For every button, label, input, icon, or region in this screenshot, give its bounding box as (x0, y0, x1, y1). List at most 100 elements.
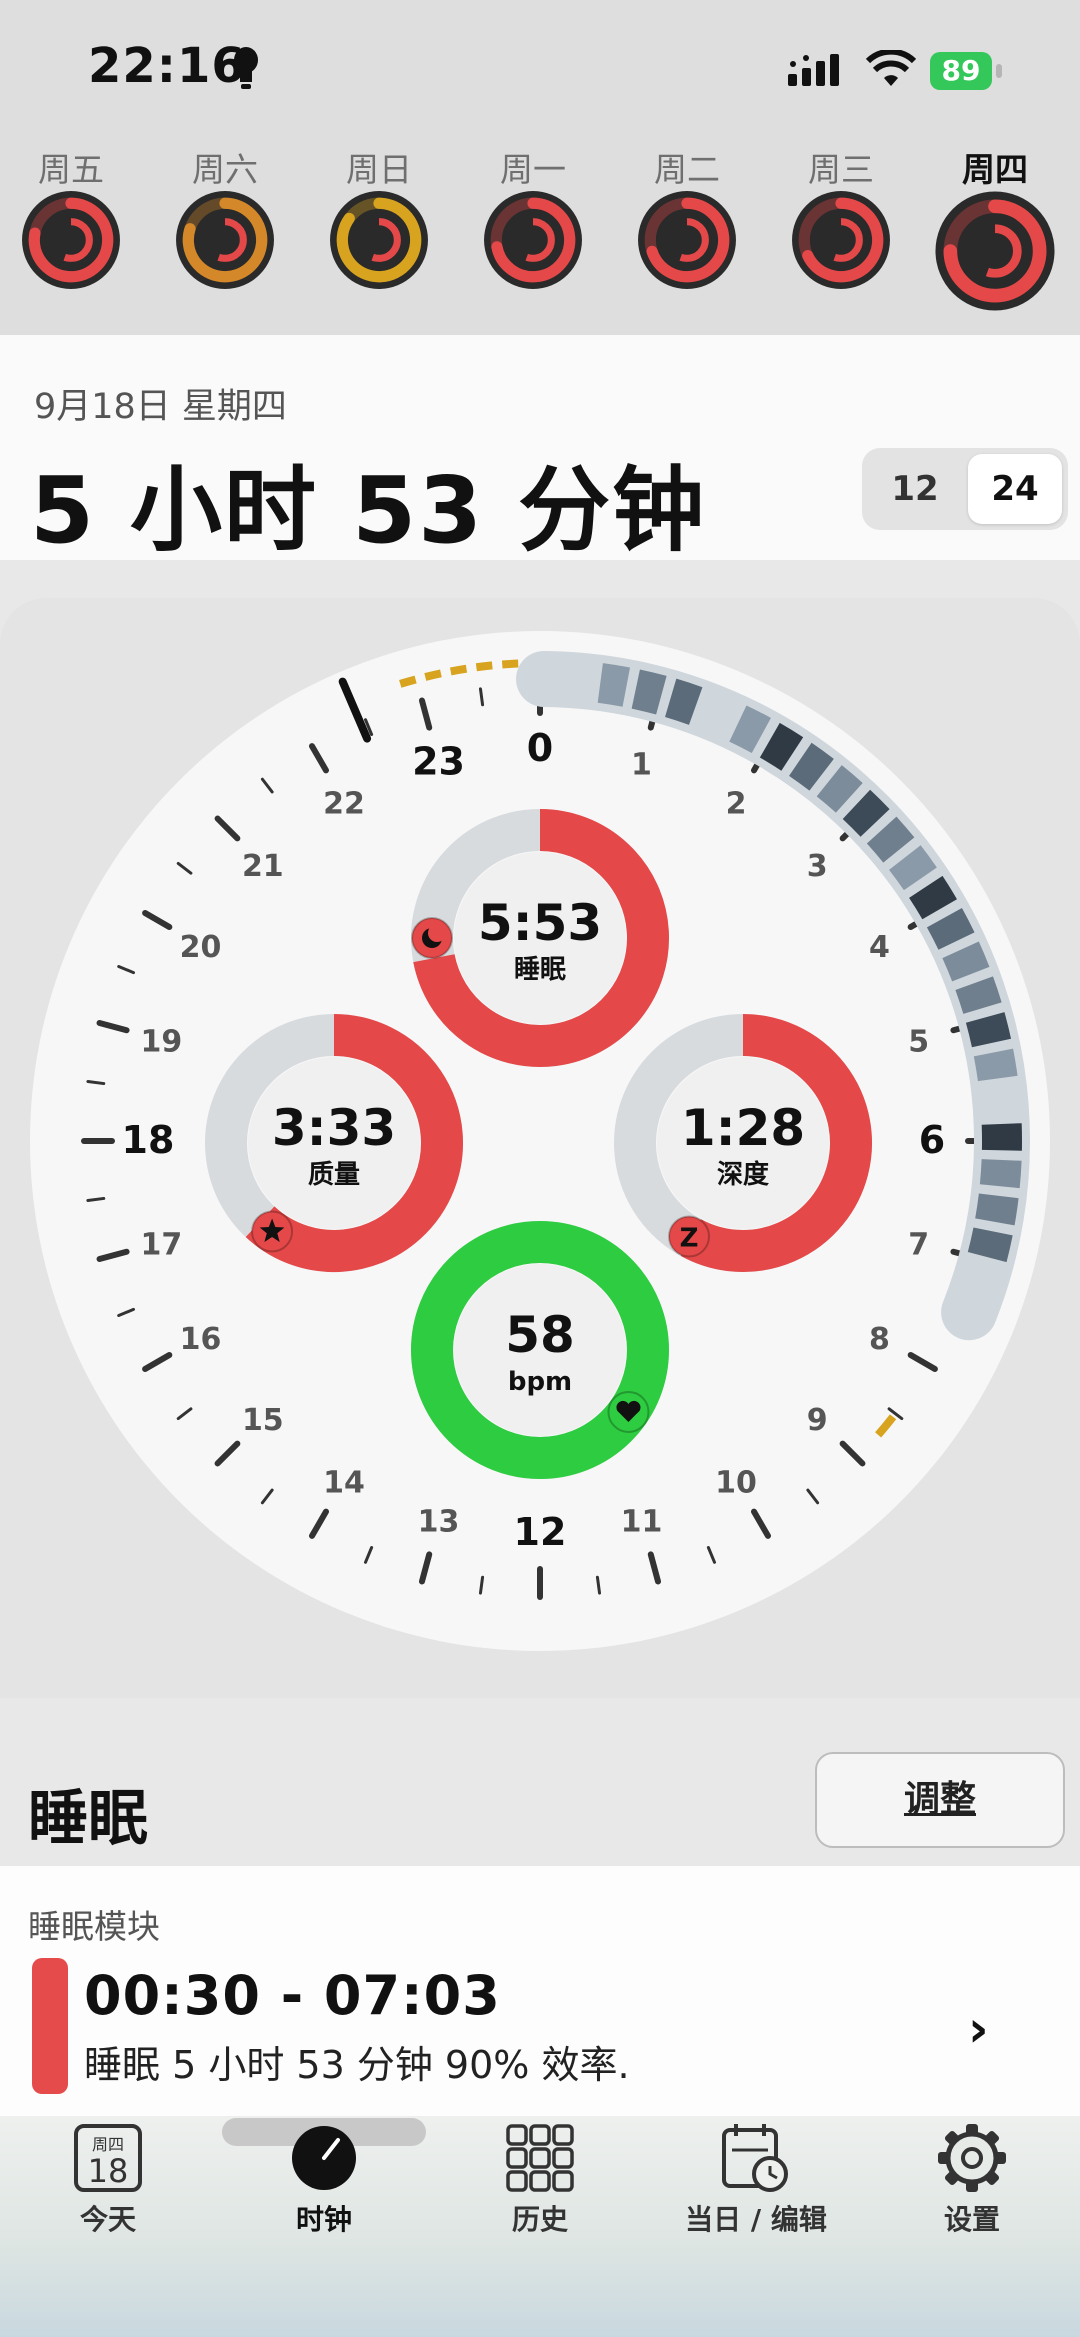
sleep-stage-segment (816, 765, 863, 813)
hour-label: 18 (122, 1118, 175, 1162)
module-description: 睡眠 5 小时 53 分钟 90% 效率. (84, 2043, 630, 2087)
module-time-range: 00:30 - 07:03 (84, 1964, 501, 2027)
hour-label: 0 (527, 726, 553, 770)
tab-day-edit[interactable]: 当日 / 编辑 (666, 2122, 846, 2238)
battery-indicator: 89 (930, 52, 992, 90)
tab-today[interactable]: 周四 18 今天 (18, 2122, 198, 2238)
toggle-24h[interactable]: 24 (968, 454, 1062, 524)
sleep-stage-segment (973, 1048, 1018, 1082)
day-3[interactable]: 周一 (458, 143, 608, 291)
heart-icon (607, 1390, 650, 1433)
battery-cap (996, 64, 1002, 78)
hour-label: 11 (621, 1505, 663, 1540)
sleep-stage-segment (926, 907, 975, 950)
day-5[interactable]: 周三 (766, 143, 916, 291)
day-1[interactable]: 周六 (150, 143, 300, 291)
heart-label: bpm (508, 1367, 572, 1397)
day-ring-icon (792, 191, 890, 289)
day-label: 周日 (346, 150, 412, 189)
sleep-stage-segment (955, 976, 1002, 1015)
sleep-stage-segment (842, 789, 890, 837)
tab-settings[interactable]: 设置 (882, 2122, 1062, 2238)
hour-label: 23 (412, 739, 465, 783)
tab-label: 时钟 (295, 2203, 352, 2236)
hour-label: 1 (631, 747, 652, 782)
wifi-icon (866, 50, 916, 86)
adjust-button[interactable]: 调整 (815, 1752, 1065, 1848)
sleep-stage-segment (965, 1012, 1012, 1048)
sleep-stage-segment (631, 669, 667, 715)
clock-face (30, 631, 1050, 1651)
hour-label: 13 (418, 1505, 460, 1540)
sleep-stage-segment (942, 941, 990, 982)
tab-history[interactable]: 历史 (450, 2122, 630, 2238)
hour-label: 12 (514, 1510, 567, 1554)
hour-label: 5 (908, 1025, 929, 1060)
day-label: 周五 (38, 150, 104, 189)
grid-icon (506, 2124, 574, 2192)
hour-label: 19 (140, 1025, 182, 1060)
hour-label: 9 (807, 1403, 828, 1438)
deep-value: 1:28 (681, 1099, 805, 1157)
day-ring-icon (935, 191, 1055, 311)
tab-label: 历史 (511, 2203, 568, 2236)
calendar-clock-icon (722, 2124, 788, 2192)
clock-tick (86, 1079, 106, 1086)
clock-tick (478, 687, 485, 707)
hour-label: 10 (715, 1465, 757, 1500)
toggle-12h[interactable]: 12 (868, 454, 962, 524)
day-0[interactable]: 周五 (0, 143, 146, 291)
sleep-stage-segment (664, 678, 703, 725)
svg-text:Z: Z (680, 1224, 699, 1254)
day-label: 周一 (500, 150, 566, 189)
hour-label: 3 (807, 849, 828, 884)
hour-format-toggle: 12 24 (862, 448, 1068, 530)
hour-label: 21 (242, 849, 284, 884)
clock-tick (478, 1575, 485, 1595)
sleep-stage-segment (888, 845, 937, 891)
deep-label: 深度 (717, 1159, 769, 1190)
hour-label: 6 (919, 1118, 945, 1162)
moon-icon (411, 917, 453, 959)
sleep-duration: 5 小时 53 分钟 (30, 457, 707, 564)
tab-label: 设置 (943, 2203, 1000, 2236)
day-4[interactable]: 周二 (612, 143, 762, 291)
clock-tick (595, 1575, 602, 1595)
svg-text:18: 18 (88, 2152, 129, 2190)
ring-sleep[interactable]: 5:53睡眠 (411, 809, 669, 1067)
heart-value: 58 (505, 1306, 575, 1364)
hour-label: 16 (180, 1322, 222, 1357)
ring-deep[interactable]: 1:28深度 Z (614, 1014, 872, 1272)
day-2[interactable]: 周日 (304, 143, 454, 291)
tab-clock[interactable]: 时钟 (234, 2122, 414, 2238)
tab-label: 当日 / 编辑 (685, 2203, 827, 2236)
hour-label: 7 (908, 1227, 929, 1262)
tab-label: 今天 (79, 2203, 136, 2236)
ring-quality[interactable]: 3:33质量 (205, 1014, 463, 1272)
hour-label: 2 (726, 787, 747, 822)
section-title: 睡眠 (28, 1784, 148, 1854)
hour-label: 15 (242, 1403, 284, 1438)
star-icon (251, 1210, 294, 1253)
module-color-bar (32, 1958, 68, 2094)
sleep-stage-segment (909, 875, 957, 920)
chevron-right-icon[interactable]: › (968, 2000, 989, 2058)
module-label: 睡眠模块 (28, 1907, 160, 1946)
hour-label: 20 (180, 930, 222, 965)
sleep-clock[interactable]: 0 1234567891011121314151617181920212223 5… (0, 598, 1080, 1698)
cellular-signal-icon (788, 54, 839, 86)
quality-value: 3:33 (272, 1099, 396, 1157)
status-time: 22:16 (88, 38, 246, 94)
day-label: 周四 (962, 150, 1028, 189)
hour-label: 14 (323, 1465, 365, 1500)
ring-heart[interactable]: 58bpm (411, 1221, 669, 1479)
sleep-stage-segment (759, 722, 804, 771)
day-ring-icon (484, 191, 582, 289)
z-icon: Z (668, 1215, 710, 1258)
sleep-stage-segment (788, 742, 834, 791)
day-ring-icon (638, 191, 736, 289)
day-label: 周二 (654, 150, 720, 189)
sleep-stage-segment (866, 816, 915, 863)
clock-icon (292, 2126, 356, 2190)
day-6[interactable]: 周四 (920, 143, 1070, 313)
